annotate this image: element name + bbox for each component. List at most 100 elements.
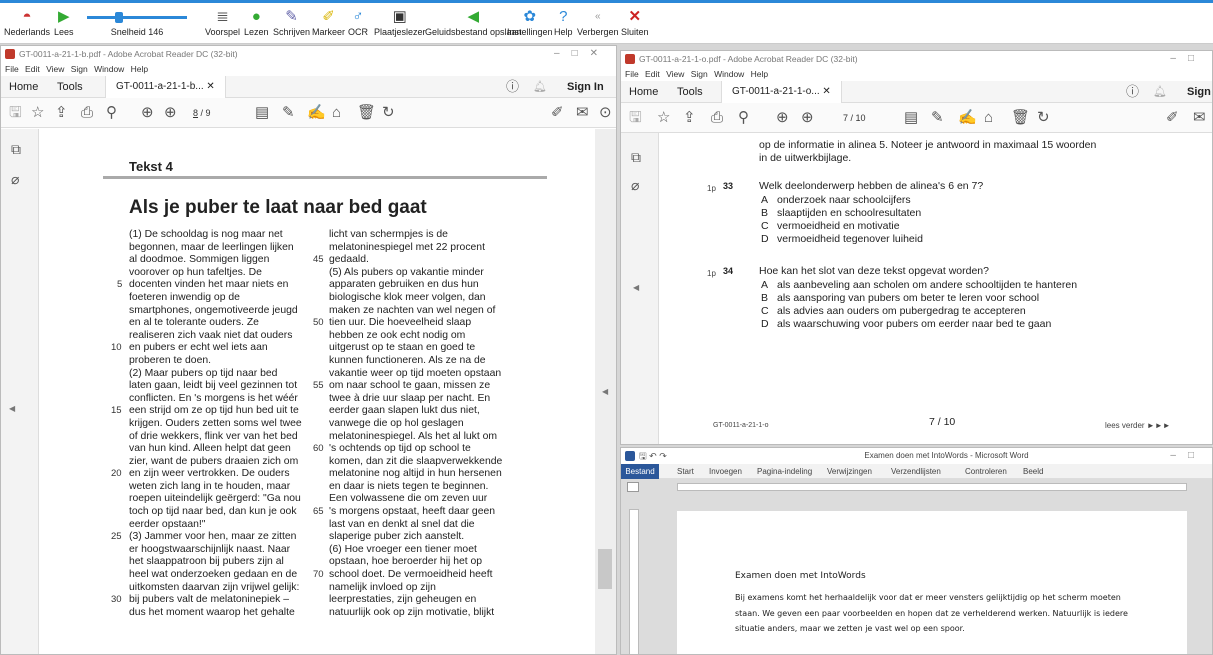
pen-icon[interactable]: ✎ [282,98,295,128]
pages-icon[interactable]: ⧉ [11,141,21,158]
bell-icon[interactable]: 🔔︎ [1153,81,1167,103]
read-icon: ● [251,8,261,25]
help-button[interactable]: ? Help [554,7,573,37]
close-icon[interactable]: ✕ [206,81,214,92]
window-controls[interactable]: –□ [1170,51,1206,67]
bell-icon[interactable]: 🔔︎ [533,76,547,98]
zoom-out-icon[interactable]: ⚲ [106,98,117,128]
trash-icon[interactable]: 🗑︎ [357,98,376,128]
page-input[interactable]: 7 / 10 [843,103,866,133]
comment-icon[interactable]: ▤ [255,98,269,128]
tab-home[interactable]: Home [9,76,38,98]
rotate-icon[interactable]: ↻ [382,98,395,128]
prev-page-icon[interactable]: ⊕ [141,98,154,128]
edit-sign-icon[interactable]: ✐ [551,98,564,128]
pen-icon[interactable]: ✎ [931,103,944,133]
star-icon[interactable]: ☆ [657,103,670,133]
scrollbar-thumb[interactable] [598,549,612,589]
word-page[interactable]: Examen doen met IntoWords Bij examens ko… [677,511,1187,654]
tab-file[interactable]: Bestand [621,464,659,479]
tab-home[interactable]: Home [629,81,658,103]
close-icon[interactable]: ✕ [822,86,830,97]
list-icon: ≣ [216,8,229,25]
question-text: Welk deelonderwerp hebben de alinea's 6 … [759,180,984,192]
star-icon[interactable]: ☆ [31,98,44,128]
ocr-button[interactable]: ♂ OCR [348,7,368,37]
sign-icon[interactable]: ✍ [307,98,326,128]
highlight-button[interactable]: ✐ Markeer [312,7,345,37]
collapse-arrow-icon[interactable]: ◀ [602,387,608,396]
option-letter: D [761,233,769,245]
tab-review[interactable]: Controleren [965,464,1007,479]
lezen-button[interactable]: ● Lezen [244,7,269,37]
tab-layout[interactable]: Pagina-indeling [757,464,812,479]
next-page-icon[interactable]: ⊕ [164,98,177,128]
settings-button[interactable]: ✿ Instellingen [507,7,553,37]
close-toolbar-button[interactable]: ✕ Sluiten [621,7,649,37]
pages-icon[interactable]: ⧉ [631,149,641,166]
tab-document[interactable]: GT-0011-a-21-1-b... ✕ [105,76,226,98]
print-icon[interactable]: ⎙ [711,103,723,133]
upload-icon[interactable]: ⇪ [55,98,68,128]
page-input[interactable]: 8 / 9 [193,98,211,128]
mail-icon[interactable]: ✉ [576,98,589,128]
upload-icon[interactable]: ⇪ [683,103,696,133]
expand-arrow-icon[interactable]: ◀ [9,404,15,413]
tab-tools[interactable]: Tools [677,81,703,103]
zoom-out-icon[interactable]: ⚲ [738,103,749,133]
speed-slider[interactable]: Snelheid 146 [82,7,192,37]
horizontal-ruler[interactable] [677,483,1187,491]
predict-button[interactable]: ≣ Voorspel [205,7,240,37]
line-number: 15 [111,405,122,417]
vertical-ruler[interactable] [629,509,639,654]
attachment-icon[interactable]: ⌀ [11,171,19,188]
sign-in-link[interactable]: Sign In [567,76,604,98]
help-icon[interactable]: ⓘ [506,76,519,98]
image-reader-button[interactable]: ▣ Plaatjeslezer [374,7,426,37]
write-button[interactable]: ✎ Schrijven [273,7,310,37]
tab-tools[interactable]: Tools [57,76,83,98]
option-letter: C [761,305,769,317]
save-icon[interactable]: 🖫︎ [9,98,22,128]
print-icon[interactable]: ⎙ [81,98,93,128]
next-page-icon[interactable]: ⊕ [801,103,814,133]
help-icon[interactable]: ⓘ [1126,81,1139,103]
mail-icon[interactable]: ✉ [1193,103,1206,133]
tab-insert[interactable]: Invoegen [709,464,742,479]
read-button[interactable]: ▶ Lees [54,7,74,37]
acrobat-toolbar: 🖫︎ ☆ ⇪ ⎙ ⚲ ⊕ ⊕ 8 / 9 ▤ ✎ ✍ ⌂ 🗑︎ ↻ ✐ ✉ ⊙ [1,98,616,128]
option-letter: D [761,318,769,330]
tab-start[interactable]: Start [677,464,694,479]
line-number: 45 [313,254,324,266]
tab-view[interactable]: Beeld [1023,464,1043,479]
tag-icon[interactable]: ⌂ [984,103,993,133]
tab-document[interactable]: GT-0011-a-21-1-o... ✕ [721,81,842,103]
tab-mailings[interactable]: Verzendlijsten [891,464,941,479]
window-controls[interactable]: –□✕ [554,46,610,62]
language-button[interactable]: ◓ Nederlands [4,7,50,37]
menu-bar[interactable]: File Edit View Sign Window Help [1,62,616,76]
tag-icon[interactable]: ⌂ [332,98,341,128]
save-icon[interactable]: 🖫︎ [629,103,642,133]
left-sidebar: ⧉ ⌀ ◀ [621,133,659,444]
question-number: 34 [723,266,734,276]
tab-references[interactable]: Verwijzingen [827,464,872,479]
menu-bar[interactable]: File Edit View Sign Window Help [621,67,1212,81]
quick-access-icon[interactable]: 🖫 ↶ ↷ [639,448,667,464]
hide-button[interactable]: «Verbergen [577,7,619,37]
expand-arrow-icon[interactable]: ◀ [633,283,639,292]
comment-icon[interactable]: ▤ [904,103,918,133]
rotate-icon[interactable]: ↻ [1037,103,1050,133]
window-controls[interactable]: –□ [1170,448,1206,464]
sign-icon[interactable]: ✍ [958,103,977,133]
trash-icon[interactable]: 🗑︎ [1011,103,1030,133]
highlight-icon: ✐ [322,8,335,25]
vertical-scrollbar[interactable]: ◀ [595,129,616,654]
sign-in-link[interactable]: Sign [1187,81,1211,103]
settings-icon: ✿ [523,8,537,25]
share-icon[interactable]: ⊙ [599,98,612,128]
prev-page-icon[interactable]: ⊕ [776,103,789,133]
attachment-icon[interactable]: ⌀ [631,177,639,194]
edit-sign-icon[interactable]: ✐ [1166,103,1179,133]
tab-stop-selector[interactable] [627,482,639,492]
